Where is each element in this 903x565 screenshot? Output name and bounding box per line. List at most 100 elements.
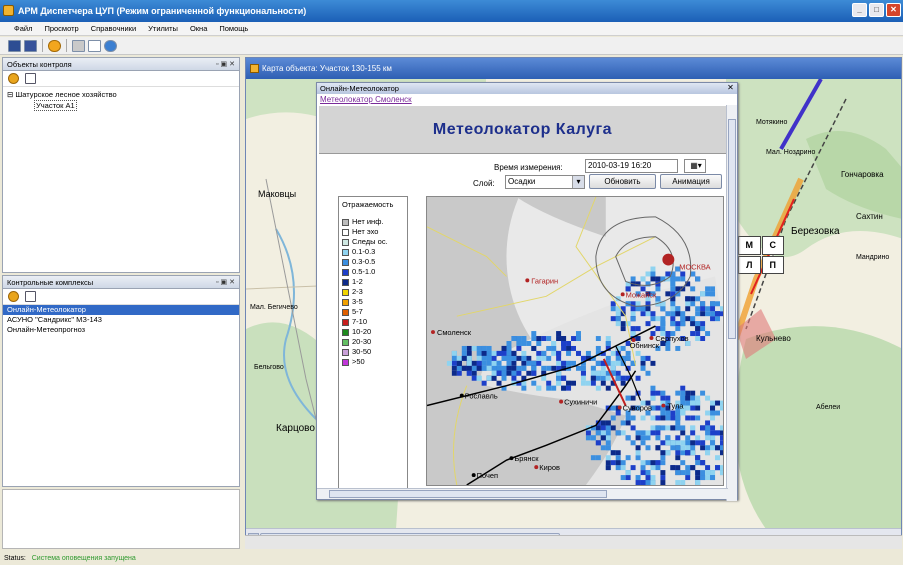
legend-title: Отражаемость	[342, 200, 394, 209]
map-window-titlebar: Карта объекта: Участок 130-155 км	[246, 58, 901, 79]
menu-help[interactable]: Помощь	[213, 22, 254, 35]
legend-swatch	[342, 288, 349, 296]
menu-view[interactable]: Просмотр	[38, 22, 84, 35]
panel-controls-icon[interactable]: ▫▣✕	[216, 58, 237, 71]
legend-row: 10-20	[342, 327, 404, 337]
map-label: Сахтин	[856, 212, 883, 221]
legend-label: 3-5	[352, 297, 363, 306]
menu-references[interactable]: Справочники	[85, 22, 142, 35]
save-all-icon[interactable]	[24, 39, 37, 52]
city-label: МОСКВА	[679, 262, 710, 271]
scroll-thumb[interactable]	[329, 490, 607, 498]
objects-panel: Объекты контроля ▫▣✕ ⊟ Шатурское лесное …	[2, 57, 240, 273]
print-preview-icon[interactable]	[88, 39, 101, 52]
list-item[interactable]: Онлайн-Метеолокатор	[3, 305, 239, 315]
layer-l-button[interactable]: Л	[738, 255, 761, 274]
map-label: Мал. Ноздрино	[766, 149, 815, 156]
close-button[interactable]: ✕	[886, 3, 901, 17]
legend-swatch	[342, 358, 349, 366]
app-icon	[3, 5, 14, 16]
menu-windows[interactable]: Окна	[184, 22, 213, 35]
legend-swatch	[342, 238, 349, 246]
legend-row: 0.1-0.3	[342, 247, 404, 257]
legend-label: 1-2	[352, 277, 363, 286]
calendar-dropdown-icon[interactable]: ▦▾	[684, 159, 706, 173]
refresh-icon[interactable]	[8, 73, 19, 84]
tree-root-label: Шатурское лесное хозяйство	[15, 90, 117, 99]
legend-swatch	[342, 258, 349, 266]
complexes-panel: Контрольные комплексы ▫▣✕ Онлайн-Метеоло…	[2, 275, 240, 487]
legend-label: Нет инф.	[352, 217, 384, 226]
complexes-panel-toolbar	[3, 289, 239, 305]
city-label: Можайск	[626, 290, 657, 299]
map-layer-selector[interactable]: М С Л П	[738, 236, 784, 274]
legend-row: 30-50	[342, 347, 404, 357]
time-field[interactable]: 2010-03-19 16:20	[585, 159, 678, 173]
legend-label: Следы ос.	[352, 237, 388, 246]
map-icon	[250, 64, 259, 73]
legend-swatch	[342, 228, 349, 236]
legend-label: Нет эхо	[352, 227, 379, 236]
workspace-scrollbar[interactable]	[245, 535, 902, 549]
tree-child[interactable]: Участок А1	[7, 100, 235, 111]
status-label: Status	[4, 555, 24, 562]
animation-button[interactable]: Анимация	[660, 174, 722, 189]
layer-m-button[interactable]: М	[738, 236, 761, 255]
map-label: Гончаровка	[841, 170, 884, 179]
print-icon[interactable]	[72, 39, 85, 52]
legend-row: 2-3	[342, 287, 404, 297]
city-label: Суворов	[623, 404, 652, 413]
meteo-horizontal-scrollbar[interactable]	[317, 488, 728, 499]
list-item[interactable]: Онлайн-Метеопрогноз	[3, 325, 239, 335]
legend-swatch	[342, 218, 349, 226]
city-label: Сухиничи	[564, 398, 597, 407]
layer-p-button[interactable]: П	[761, 255, 784, 274]
toolbar-separator	[42, 39, 43, 52]
legend-label: 0.3-0.5	[352, 257, 376, 266]
menu-file[interactable]: Файл	[8, 22, 38, 35]
scroll-thumb[interactable]	[728, 119, 736, 339]
complexes-panel-title: Контрольные комплексы	[7, 278, 94, 287]
list-icon[interactable]	[25, 291, 36, 302]
legend-row: 20-30	[342, 337, 404, 347]
refresh-icon[interactable]	[8, 291, 19, 302]
city-label: Гагарин	[531, 276, 558, 285]
refresh-icon[interactable]	[48, 39, 61, 52]
tree-root[interactable]: ⊟ Шатурское лесное хозяйство	[7, 89, 235, 100]
close-icon[interactable]: ✕	[726, 83, 735, 92]
list-icon[interactable]	[25, 73, 36, 84]
smolensk-link[interactable]: Метеолокатор Смоленск	[317, 94, 737, 105]
radar-map[interactable]: Гагарин МОСКВА Можайск Смоленск Серпухов…	[426, 196, 724, 486]
objects-panel-header: Объекты контроля ▫▣✕	[3, 58, 239, 71]
city-label: Серпухов	[655, 334, 688, 343]
meteo-window-titlebar: Онлайн-Метеолокатор ✕	[317, 83, 737, 94]
objects-tree: ⊟ Шатурское лесное хозяйство Участок А1	[3, 87, 239, 113]
refresh-button[interactable]: Обновить	[589, 174, 656, 189]
legend-swatch	[342, 298, 349, 306]
legend-swatch	[342, 338, 349, 346]
minimize-button[interactable]: _	[852, 3, 867, 17]
tree-child-label: Участок А1	[34, 100, 77, 111]
maximize-button[interactable]: □	[869, 3, 884, 17]
list-item[interactable]: АСУНО "Сандрикс" МЗ-143	[3, 315, 239, 325]
legend-row: Нет инф.	[342, 217, 404, 227]
window-title: АРМ Диспетчера ЦУП (Режим ограниченной ф…	[18, 6, 307, 16]
legend-swatch	[342, 348, 349, 356]
legend-row: Нет эхо	[342, 227, 404, 237]
reflectivity-legend: Отражаемость Нет инф. Нет эхо Следы ос. 0.1…	[338, 196, 408, 491]
chevron-down-icon[interactable]: ▾	[572, 176, 584, 188]
save-icon[interactable]	[8, 39, 21, 52]
layer-select[interactable]: Осадки ▾	[505, 175, 585, 189]
complexes-list: Онлайн-Метеолокатор АСУНО "Сандрикс" МЗ-…	[3, 305, 239, 335]
menu-utilities[interactable]: Утилиты	[142, 22, 184, 35]
map-label: Карцово	[276, 423, 315, 434]
panel-controls-icon[interactable]: ▫▣✕	[216, 276, 237, 289]
legend-label: 7-10	[352, 317, 368, 326]
layer-s-button[interactable]: С	[761, 236, 784, 255]
legend-row: 0.3-0.5	[342, 257, 404, 267]
city-label: Рославль	[465, 392, 498, 401]
meteo-vertical-scrollbar[interactable]	[726, 105, 737, 501]
globe-icon[interactable]	[104, 39, 117, 52]
legend-swatch	[342, 268, 349, 276]
legend-label: 0.5-1.0	[352, 267, 376, 276]
